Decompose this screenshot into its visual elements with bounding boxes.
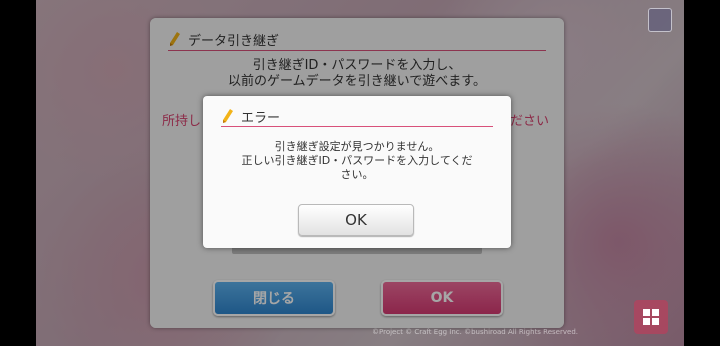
error-message-line-2: 正しい引き継ぎID・パスワードを入力してくだ: [241, 154, 473, 167]
notification-icon: [648, 8, 672, 32]
error-dialog: エラー 引き継ぎ設定が見つかりません。 正しい引き継ぎID・パスワードを入力して…: [203, 96, 511, 248]
error-message-line-1: 引き継ぎ設定が見つかりません。: [274, 140, 440, 153]
error-title-row: エラー: [221, 106, 493, 127]
grid-menu-icon: [643, 309, 659, 325]
copyright-text: ©Project © Craft Egg Inc. ©bushiroad All…: [372, 328, 578, 336]
error-message: 引き継ぎ設定が見つかりません。 正しい引き継ぎID・パスワードを入力してくだ さ…: [223, 140, 491, 182]
error-ok-button[interactable]: OK: [298, 204, 414, 236]
error-title: エラー: [241, 110, 281, 126]
pen-icon: [223, 109, 233, 123]
grid-menu-button: [634, 300, 668, 334]
error-message-line-3: さい。: [340, 168, 374, 181]
